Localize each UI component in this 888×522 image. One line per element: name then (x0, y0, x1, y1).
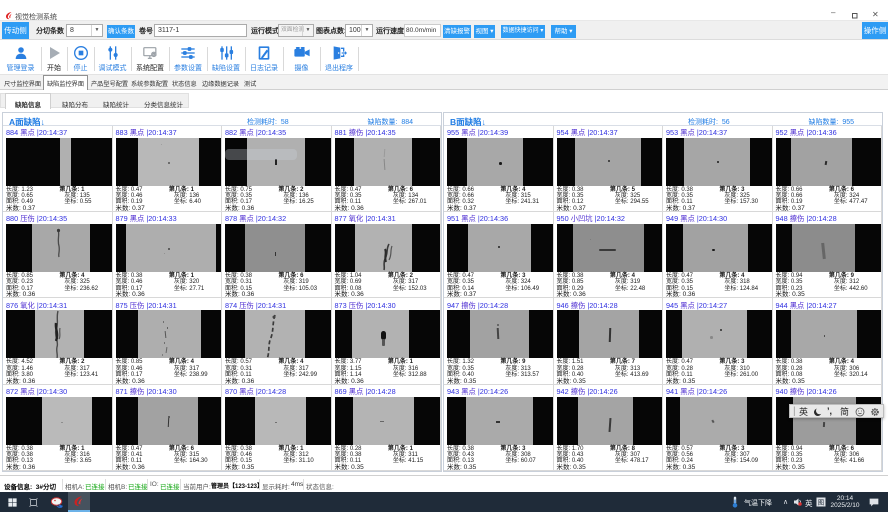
svg-text:图: 图 (818, 499, 825, 507)
